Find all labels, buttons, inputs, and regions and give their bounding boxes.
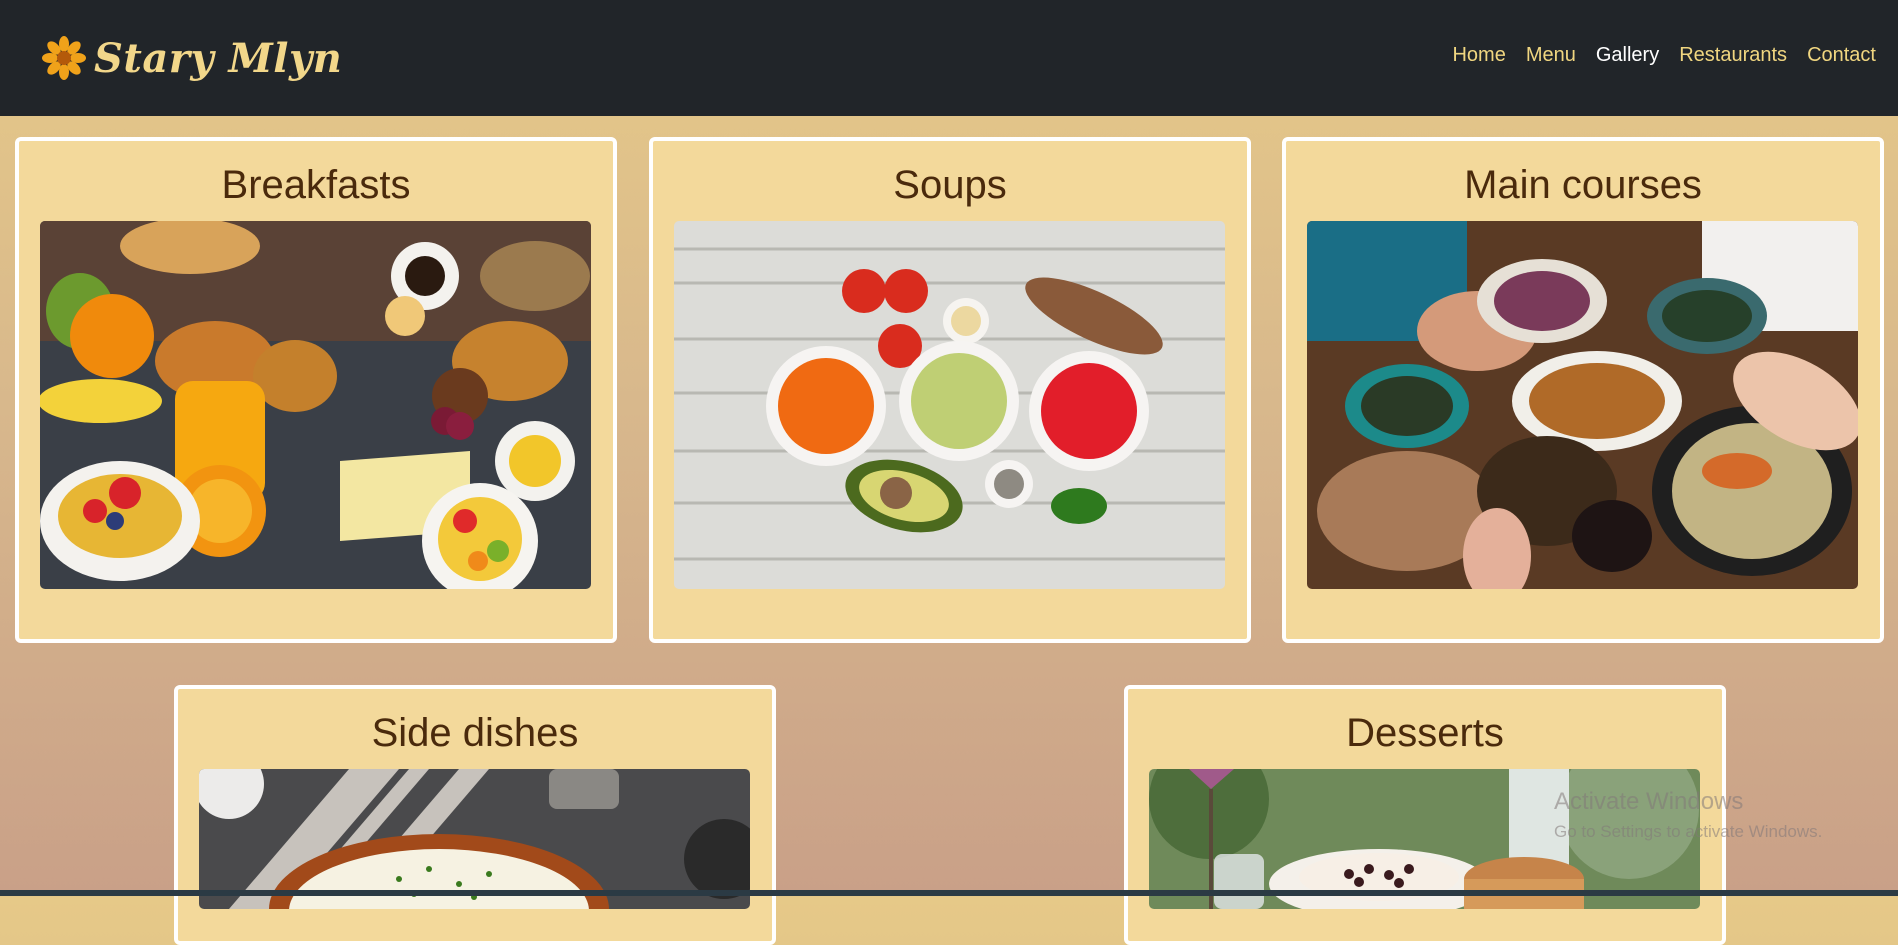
main-nav: Home Menu Gallery Restaurants Contact: [1452, 44, 1876, 67]
card-title: Side dishes: [371, 711, 579, 755]
card-title: Main courses: [1464, 163, 1702, 207]
watermark-title: Activate Windows: [1554, 788, 1744, 815]
nav-link-contact[interactable]: Contact: [1807, 44, 1876, 67]
navbar: Stary Mlyn Home Menu Gallery Restaurants…: [0, 0, 1898, 116]
category-card-breakfasts[interactable]: Breakfasts: [15, 137, 617, 643]
card-title: Desserts: [1346, 711, 1504, 755]
card-title: Soups: [893, 163, 1007, 207]
activate-windows-watermark: Activate Windows Go to Settings to activ…: [1554, 788, 1822, 842]
nav-link-gallery[interactable]: Gallery: [1596, 44, 1659, 67]
shared-dinner-table-photo: [1307, 221, 1858, 589]
taskbar-edge: [0, 890, 1898, 896]
category-card-soups[interactable]: Soups: [649, 137, 1251, 643]
card-title: Breakfasts: [221, 163, 411, 207]
mashed-potatoes-photo: [199, 769, 750, 909]
breakfast-spread-photo: [40, 221, 591, 589]
brand-logo[interactable]: Stary Mlyn: [42, 30, 342, 86]
brand-name: Stary Mlyn: [94, 34, 343, 82]
nav-link-menu[interactable]: Menu: [1526, 44, 1576, 67]
category-card-side-dishes[interactable]: Side dishes: [174, 685, 776, 945]
nav-link-home[interactable]: Home: [1452, 44, 1505, 67]
category-card-main-courses[interactable]: Main courses: [1282, 137, 1884, 643]
nav-link-restaurants[interactable]: Restaurants: [1679, 44, 1787, 67]
flower-icon: [42, 36, 86, 80]
watermark-subtitle: Go to Settings to activate Windows.: [1554, 822, 1823, 841]
soups-on-wooden-table-photo: [674, 221, 1225, 589]
